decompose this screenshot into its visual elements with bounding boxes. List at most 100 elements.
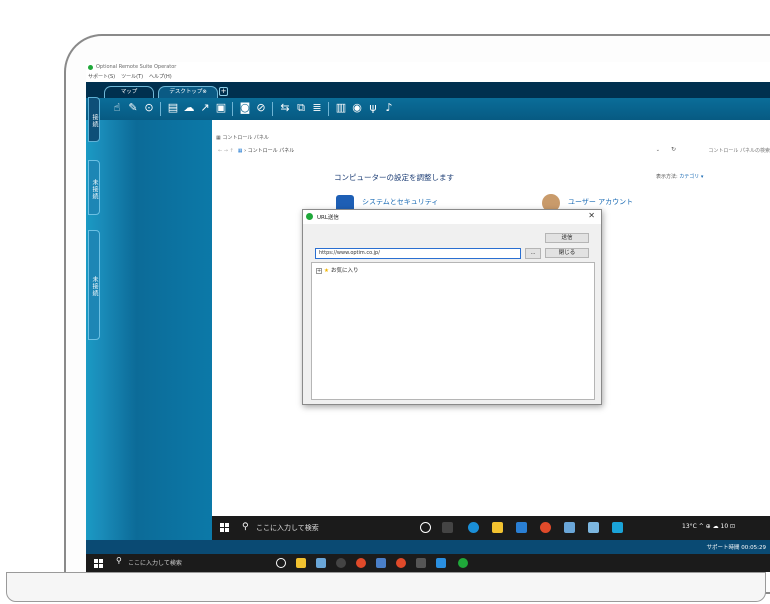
close-button[interactable]: 閉じる <box>545 248 589 258</box>
tab-desktop[interactable]: デスクトップ⊗ <box>158 86 218 98</box>
chrome-icon[interactable] <box>540 522 551 533</box>
optimal-remote-icon[interactable] <box>458 558 468 568</box>
cortana-icon[interactable] <box>276 558 286 568</box>
tree-item-favorites[interactable]: + ★ お気に入り <box>316 266 358 274</box>
mouse-icon[interactable]: ⊙ <box>142 101 156 115</box>
add-tab-button[interactable]: + <box>219 87 228 96</box>
address-folder-icon: ▦ <box>237 148 243 154</box>
nav-arrows-icon[interactable]: ← → ↑ <box>218 148 234 154</box>
menu-tools[interactable]: ツール(T) <box>121 73 143 80</box>
refresh-icon[interactable]: ↻ <box>671 146 676 153</box>
cortana-icon[interactable] <box>420 522 431 533</box>
left-panel: 接続 未接続 未接続 <box>86 97 212 540</box>
tab-strip: マップ デスクトップ⊗ + <box>86 82 770 98</box>
laptop-base <box>6 572 766 602</box>
remote-search-box[interactable]: ここに入力して検索 <box>256 523 319 533</box>
arrow-icon[interactable]: ↗ <box>198 101 212 115</box>
toolbar-separator <box>272 102 273 116</box>
system-tray[interactable]: 13°C ^ ⊕ ☁ 10 ⊡ <box>682 523 735 530</box>
app-logo-icon <box>88 65 93 70</box>
block-icon[interactable]: ⊘ <box>254 101 268 115</box>
usb-icon[interactable]: ψ <box>366 101 380 115</box>
favorites-tree[interactable]: + ★ お気に入り <box>311 262 595 400</box>
keyboard-icon[interactable]: ▤ <box>166 101 180 115</box>
powershell-icon[interactable] <box>376 558 386 568</box>
chrome-icon[interactable] <box>356 558 366 568</box>
pointer-icon[interactable]: ☝ <box>110 101 124 115</box>
search-icon[interactable]: ⚲ <box>242 522 249 532</box>
mic-icon[interactable]: ♪ <box>382 101 396 115</box>
side-tab-disconnected-1-label: 未接続 <box>91 178 98 200</box>
local-taskbar: ⚲ ここに入力して検索 <box>86 554 770 572</box>
menu-support[interactable]: サポート(S) <box>88 73 115 80</box>
menu-bar: サポート(S) ツール(T) ヘルプ(H) <box>88 73 172 80</box>
address-text: コントロール パネル <box>247 148 295 154</box>
side-tab-disconnected-2-label: 未接続 <box>91 276 98 297</box>
remote-app-icon[interactable] <box>588 522 599 533</box>
category-security[interactable]: システムとセキュリティ <box>362 197 438 207</box>
status-strip: サポート時間 00:05:29 <box>86 540 770 554</box>
expand-icon[interactable]: + <box>316 268 322 274</box>
tree-item-label: お気に入り <box>330 268 359 274</box>
vscode-icon[interactable] <box>436 558 446 568</box>
explorer-icon[interactable] <box>492 522 503 533</box>
mail-icon[interactable] <box>516 522 527 533</box>
camera-icon[interactable]: ◉ <box>350 101 364 115</box>
local-search-box[interactable]: ここに入力して検索 <box>128 558 182 567</box>
side-tab-connected[interactable]: 接続 <box>88 97 100 142</box>
send-button[interactable]: 送信 <box>545 233 589 243</box>
remote-taskbar: ⚲ ここに入力して検索 13°C ^ ⊕ ☁ 10 ⊡ <box>212 516 770 540</box>
star-icon: ★ <box>324 268 329 274</box>
cloud-icon[interactable]: ☁ <box>182 101 196 115</box>
windows-start-icon[interactable] <box>220 523 229 532</box>
tab-map-label: マップ <box>120 89 138 95</box>
tab-map[interactable]: マップ <box>104 86 154 98</box>
dialog-logo-icon <box>306 213 313 220</box>
task-view-icon[interactable] <box>442 522 453 533</box>
side-tab-disconnected-2[interactable]: 未接続 <box>88 230 100 340</box>
close-icon[interactable]: ✕ <box>588 211 595 220</box>
control-panel-search[interactable]: コントロール パネルの検索 <box>708 147 770 154</box>
app-icon[interactable] <box>316 558 326 568</box>
app-icon[interactable] <box>564 522 575 533</box>
side-tab-connected-label: 接続 <box>91 114 98 128</box>
control-panel-title: ▦ コントロール パネル <box>216 135 269 141</box>
maps-icon[interactable] <box>336 558 346 568</box>
network-icon[interactable]: ≣ <box>310 101 324 115</box>
control-panel-title-text: コントロール パネル <box>222 135 269 141</box>
record-icon[interactable] <box>396 558 406 568</box>
edge-icon[interactable] <box>468 522 479 533</box>
window-icon[interactable]: ▣ <box>214 101 228 115</box>
view-by-value[interactable]: カテゴリ ▾ <box>679 174 703 180</box>
side-tab-disconnected-1[interactable]: 未接続 <box>88 160 100 215</box>
explorer-icon[interactable] <box>296 558 306 568</box>
address-dropdown-icon[interactable]: ⌄ <box>656 147 660 153</box>
terminal-icon[interactable] <box>416 558 426 568</box>
address-bar[interactable]: ← → ↑ ▦ › コントロール パネル <box>218 147 294 154</box>
menu-help[interactable]: ヘルプ(H) <box>149 73 172 80</box>
url-send-dialog: URL送信 ✕ 送信 閉じる https://www.optim.co.jp/ … <box>302 209 602 405</box>
pen-icon[interactable]: ✎ <box>126 101 140 115</box>
app-title: Optional Remote Suite Operator <box>96 64 177 70</box>
category-users[interactable]: ユーザー アカウント <box>568 197 633 207</box>
browse-button[interactable]: ... <box>525 248 541 259</box>
view-by-label: 表示方法: <box>656 174 678 180</box>
control-panel-heading: コンピューターの設定を調整します <box>334 173 454 182</box>
search-icon[interactable]: ⚲ <box>116 556 122 565</box>
monitor-app-icon[interactable] <box>612 522 623 533</box>
tab-close-icon[interactable]: ⊗ <box>202 89 206 95</box>
monitor-icon[interactable]: ◙ <box>238 101 252 115</box>
view-by[interactable]: 表示方法: カテゴリ ▾ <box>656 173 703 180</box>
file-transfer-icon[interactable]: ⇆ <box>278 101 292 115</box>
url-input[interactable]: https://www.optim.co.jp/ <box>315 248 521 259</box>
app-titlebar: Optional Remote Suite Operator サポート(S) ツ… <box>86 62 770 82</box>
support-time: サポート時間 00:05:29 <box>706 545 766 551</box>
windows-start-icon[interactable] <box>94 559 103 568</box>
film-icon[interactable]: ▥ <box>334 101 348 115</box>
toolbar-separator <box>328 102 329 116</box>
dialog-titlebar: URL送信 ✕ <box>303 210 601 224</box>
toolbar-separator <box>232 102 233 116</box>
toolbar: ☝ ✎ ⊙ ▤ ☁ ↗ ▣ ◙ ⊘ ⇆ ⧉ ≣ ▥ ◉ ψ ♪ <box>86 98 770 120</box>
screen-share-icon[interactable]: ⧉ <box>294 101 308 115</box>
tab-desktop-label: デスクトップ <box>169 89 203 95</box>
